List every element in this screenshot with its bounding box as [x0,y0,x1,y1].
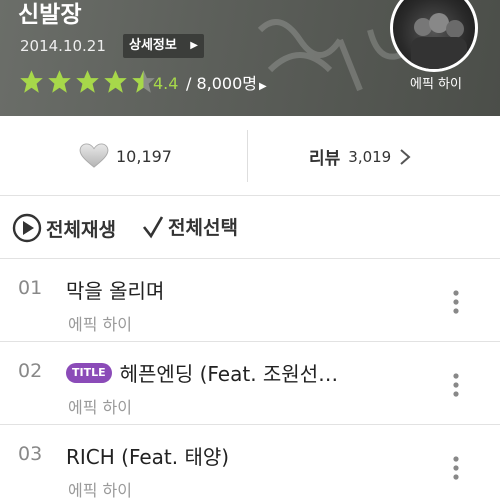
star-icon [48,70,71,93]
chevron-right-icon [400,148,411,165]
rating-value: 4.4 [153,74,179,93]
track-title: RICH (Feat. 태양) [66,445,230,469]
play-all-button[interactable]: 전체재생 [12,213,116,243]
star-icon [20,70,43,93]
track-row[interactable]: 02 TITLE 헤픈엔딩 (Feat. 조원선… 에픽 하이 [0,342,500,425]
more-vertical-icon[interactable] [450,455,462,481]
review-label: 리뷰 [309,149,341,169]
track-title-row: 막을 올리며 [66,275,164,304]
track-title: 헤픈엔딩 (Feat. 조원선… [119,362,339,386]
star-icon [76,70,99,93]
review-count: 3,019 [348,147,392,166]
title-track-badge: TITLE [66,362,112,383]
heart-icon [79,143,109,168]
play-circle-icon [12,213,42,243]
select-all-label: 전체선택 [168,217,238,239]
more-vertical-icon[interactable] [450,372,462,398]
rating-stars[interactable] [18,68,158,96]
track-row[interactable]: 01 막을 올리며 에픽 하이 [0,259,500,342]
star-icon [104,70,127,93]
track-row[interactable]: 03 RICH (Feat. 태양) 에픽 하이 [0,425,500,500]
like-button[interactable]: 10,197 [78,143,172,169]
review-button[interactable]: 리뷰 3,019 [309,144,411,169]
artist-photo [411,13,467,69]
track-title: 막을 올리며 [66,279,165,303]
track-title-row: TITLE 헤픈엔딩 (Feat. 조원선… [66,358,338,387]
track-artist: 에픽 하이 [68,315,132,334]
more-vertical-icon[interactable] [450,289,462,315]
track-artist: 에픽 하이 [68,481,132,500]
play-arrow-icon: ▶ [190,40,198,51]
track-artist: 에픽 하이 [68,398,132,417]
play-all-label: 전체재생 [46,218,116,241]
track-actions: 전체재생 전체선택 [0,197,500,259]
track-number: 03 [18,443,43,465]
release-date: 2014.10.21 [20,37,106,55]
track-number: 02 [18,360,43,382]
check-icon [142,215,164,238]
select-all-button[interactable]: 전체선택 [142,213,238,240]
album-title: 신발장 [18,2,82,28]
album-detail-button[interactable]: 상세정보 ▶ [123,34,204,58]
rating-count[interactable]: / 8,000명 ▶ [186,74,267,97]
stats-bar: 10,197 리뷰 3,019 [0,116,500,196]
like-count: 10,197 [116,146,172,166]
artist-name[interactable]: 에픽 하이 [394,76,478,94]
play-arrow-icon: ▶ [259,81,267,92]
album-header: 신발장 2014.10.21 상세정보 ▶ 4.4 / 8,000명 ▶ 에픽 하… [0,0,500,116]
track-title-row: RICH (Feat. 태양) [66,441,229,470]
detail-button-label: 상세정보 [129,38,177,53]
track-number: 01 [18,277,43,299]
stats-divider [247,130,248,182]
rating-count-text: / 8,000명 [186,74,258,93]
